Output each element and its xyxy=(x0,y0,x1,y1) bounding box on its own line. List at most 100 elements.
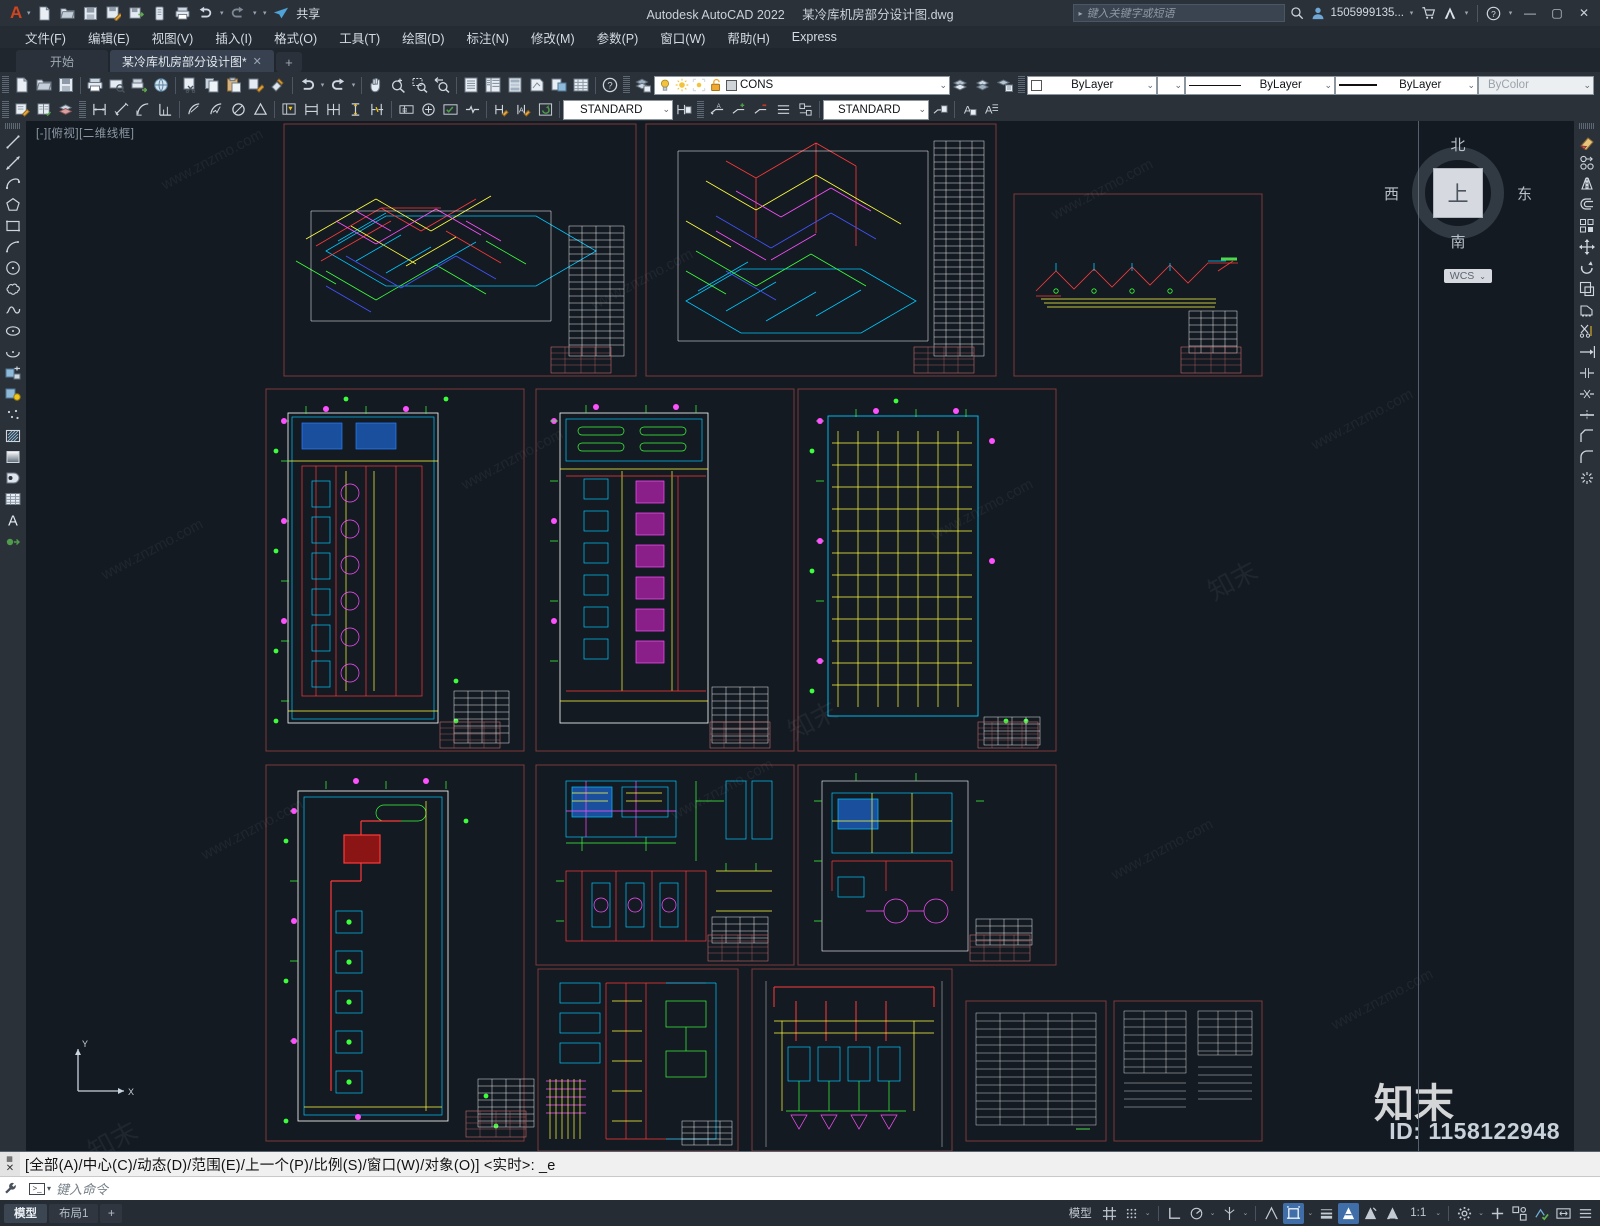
new-layout-button[interactable]: + xyxy=(100,1203,123,1223)
dim-break-icon[interactable] xyxy=(366,99,388,120)
block-editor-icon[interactable] xyxy=(267,75,289,96)
customize-command-icon[interactable] xyxy=(4,1182,24,1195)
save-as-icon[interactable] xyxy=(102,3,124,24)
object-color-caret-icon[interactable]: ⌄ xyxy=(1142,80,1154,91)
dim-linear-icon[interactable] xyxy=(88,99,110,120)
tab-drawing[interactable]: 某冷库机房部分设计图* ✕ xyxy=(110,50,274,72)
center-mark-icon[interactable] xyxy=(417,99,439,120)
menu-express[interactable]: Express xyxy=(781,28,848,46)
dimension-style-manager-icon[interactable] xyxy=(673,99,695,120)
inspection-icon[interactable] xyxy=(439,99,461,120)
search-box[interactable]: ▸ 键入关键字或短语 xyxy=(1073,4,1286,22)
drawing-canvas[interactable]: [-][俯视][二维线框] www.znzmo.com www.znzmo.co… xyxy=(26,121,1574,1151)
layout-tab-model[interactable]: 模型 xyxy=(4,1203,47,1223)
view-cube-top-face[interactable]: 上 xyxy=(1433,168,1483,218)
construction-line-icon[interactable] xyxy=(2,152,24,173)
layout-tab-layout1[interactable]: 布局1 xyxy=(49,1203,99,1223)
menu-format[interactable]: 格式(O) xyxy=(263,26,328,49)
line-icon[interactable] xyxy=(2,131,24,152)
spline-icon[interactable] xyxy=(2,299,24,320)
annotation-scale-caret-icon[interactable]: ⌄ xyxy=(1433,1209,1443,1217)
account-caret-icon[interactable]: ▾ xyxy=(1407,9,1416,17)
plot-preview-icon[interactable] xyxy=(106,75,128,96)
autodesk-a-icon[interactable] xyxy=(1441,6,1459,20)
modify-toolbar-grip[interactable] xyxy=(1579,123,1595,129)
dim-edit-icon[interactable] xyxy=(490,99,512,120)
dim-ordinate-icon[interactable] xyxy=(154,99,176,120)
linetype-combo[interactable]: ByLayer ⌄ xyxy=(1185,75,1335,95)
help-icon[interactable]: ? xyxy=(1484,6,1503,21)
layer-states-icon[interactable] xyxy=(994,75,1016,96)
redo-icon[interactable] xyxy=(327,75,349,96)
plot-icon[interactable] xyxy=(171,3,193,24)
dim-diameter-icon[interactable] xyxy=(227,99,249,120)
zoom-previous-icon[interactable] xyxy=(431,75,453,96)
dim-toolbar-grip[interactable] xyxy=(2,100,9,119)
array-icon[interactable] xyxy=(1576,215,1598,236)
region-icon[interactable] xyxy=(2,467,24,488)
polar-caret-icon[interactable]: ⌄ xyxy=(1208,1209,1218,1217)
gradient-icon[interactable] xyxy=(2,446,24,467)
annotation-visibility-icon[interactable] xyxy=(1382,1203,1403,1224)
workspace-settings-gear-icon[interactable] xyxy=(1454,1203,1475,1224)
copy-object-icon[interactable] xyxy=(1576,152,1598,173)
lineweight-caret-icon[interactable]: ⌄ xyxy=(1463,80,1475,91)
erase-icon[interactable] xyxy=(1576,131,1598,152)
redo-icon[interactable] xyxy=(227,3,249,24)
lineweight-combo[interactable]: ByLayer ⌄ xyxy=(1335,75,1478,95)
object-snap-tracking-toggle-icon[interactable] xyxy=(1261,1203,1282,1224)
view-cube[interactable]: 北 南 西 东 上 xyxy=(1384,137,1532,251)
maximize-button[interactable]: ▢ xyxy=(1545,6,1569,20)
circle-icon[interactable] xyxy=(2,257,24,278)
menu-tools[interactable]: 工具(T) xyxy=(328,26,391,49)
customization-menu-icon[interactable] xyxy=(1575,1203,1596,1224)
qat-overflow-caret-icon[interactable]: ▾ xyxy=(260,9,269,17)
mleader-align-icon[interactable] xyxy=(772,99,794,120)
command-line-close[interactable]: ▦ ✕ xyxy=(0,1151,20,1177)
layer-toolbar-grip[interactable] xyxy=(623,76,630,94)
command-input-row[interactable]: >_ ▾ 键入命令 xyxy=(0,1176,1600,1200)
help-icon[interactable]: ? xyxy=(599,75,621,96)
dim-text-edit-icon[interactable]: A xyxy=(512,99,534,120)
share-label[interactable]: 共享 xyxy=(296,5,320,22)
open-file-icon[interactable] xyxy=(56,3,78,24)
workspace-caret-icon[interactable]: ⌄ xyxy=(1476,1209,1486,1217)
snap-caret-icon[interactable]: ⌄ xyxy=(1143,1209,1153,1217)
menu-view[interactable]: 视图(V) xyxy=(141,26,205,49)
stretch-icon[interactable] xyxy=(1576,299,1598,320)
ortho-mode-toggle-icon[interactable] xyxy=(1164,1203,1185,1224)
search-expand-icon[interactable]: ▸ xyxy=(1074,9,1086,18)
designcenter-icon[interactable] xyxy=(482,75,504,96)
toolbar-grip[interactable] xyxy=(2,76,9,94)
save-icon[interactable] xyxy=(79,3,101,24)
layer-freeze-viewport-icon[interactable] xyxy=(692,78,706,92)
layer-unlock-icon[interactable] xyxy=(709,78,723,92)
break-icon[interactable] xyxy=(1576,383,1598,404)
close-button[interactable]: ✕ xyxy=(1572,6,1596,20)
object-snap-toggle-icon[interactable] xyxy=(1283,1202,1305,1224)
search-input[interactable]: 键入关键字或短语 xyxy=(1086,5,1284,21)
open-icon[interactable] xyxy=(33,75,55,96)
command-grip-icon[interactable]: ▦ xyxy=(6,1155,14,1163)
dim-space-icon[interactable] xyxy=(344,99,366,120)
rotate-icon[interactable] xyxy=(1576,257,1598,278)
dim-update-icon[interactable] xyxy=(534,99,556,120)
paste-icon[interactable] xyxy=(223,75,245,96)
cut-icon[interactable] xyxy=(179,75,201,96)
color-more-combo[interactable]: ⌄ xyxy=(1157,75,1185,95)
undo-icon[interactable] xyxy=(296,75,318,96)
markup-set-manager-icon[interactable] xyxy=(548,75,570,96)
polyline-icon[interactable] xyxy=(2,173,24,194)
layer-color-swatch[interactable] xyxy=(726,79,737,91)
mleader-add-icon[interactable] xyxy=(728,99,750,120)
status-model-label[interactable]: 模型 xyxy=(1063,1205,1098,1221)
properties-toolbar-grip[interactable] xyxy=(1018,76,1025,94)
extend-icon[interactable] xyxy=(1576,341,1598,362)
arc-icon[interactable] xyxy=(2,236,24,257)
view-cube-north-label[interactable]: 北 xyxy=(1404,134,1512,155)
menu-modify[interactable]: 修改(M) xyxy=(520,26,586,49)
hardware-acceleration-icon[interactable] xyxy=(1509,1203,1530,1224)
fillet-icon[interactable] xyxy=(1576,446,1598,467)
object-color-combo[interactable]: ByLayer ⌄ xyxy=(1027,75,1157,95)
save-icon[interactable] xyxy=(55,75,77,96)
